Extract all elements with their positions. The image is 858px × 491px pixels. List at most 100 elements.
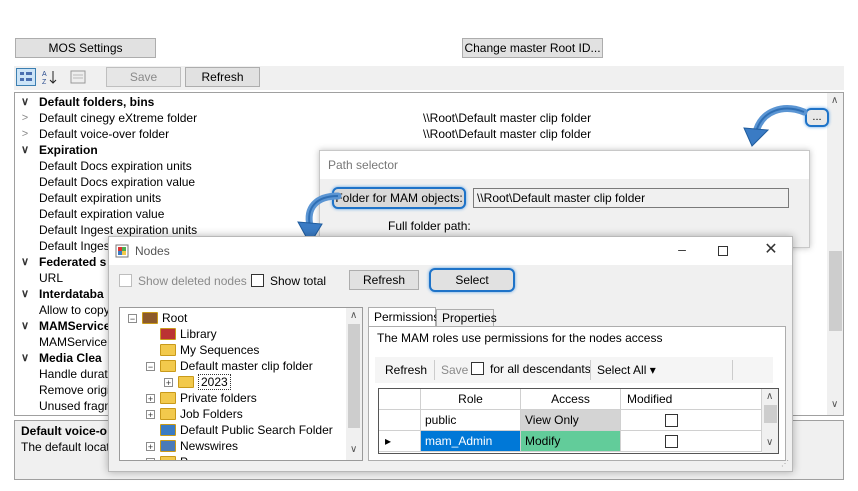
close-icon[interactable]: ✕ (761, 240, 781, 260)
grid-cell-role[interactable]: mam_Admin (421, 431, 521, 452)
grid-cell-modified (621, 431, 762, 452)
collapse-chevron-icon[interactable]: ∨ (19, 254, 31, 270)
show-deleted-checkbox[interactable] (119, 274, 132, 287)
permissions-grid[interactable]: Role Access Modified public View Only ▸ mam… (378, 388, 779, 454)
grid-cell-access[interactable]: Modify (521, 431, 621, 452)
tree-expand-icon[interactable]: + (146, 410, 155, 420)
for-all-descendants-checkbox[interactable] (471, 362, 484, 375)
permissions-refresh-button[interactable]: Refresh (385, 363, 427, 377)
property-label: Default folders, bins (39, 95, 155, 109)
folder-icon (160, 455, 176, 460)
grid-header-role[interactable]: Role (421, 389, 521, 410)
grid-cell-role[interactable]: public (421, 410, 521, 431)
permissions-panel: The MAM roles use permissions for the no… (368, 326, 786, 461)
tree-node[interactable]: My Sequences (160, 342, 259, 358)
select-all-dropdown[interactable]: Select All ▾ (597, 363, 656, 377)
modified-checkbox[interactable] (665, 435, 678, 448)
tree-node[interactable]: Root (142, 310, 187, 326)
nodes-window: Nodes – ✕ Show deleted nodes Show total … (108, 236, 793, 472)
grid-scroll-up-icon[interactable]: ∧ (766, 391, 773, 402)
tree-node[interactable]: Library (160, 326, 217, 342)
tree-node-label: Job Folders (180, 407, 243, 421)
grid-header-modified[interactable]: Modified (621, 389, 762, 410)
tree-scrollbar[interactable]: ∧ ∨ (346, 308, 362, 460)
grid-scroll-down-icon[interactable]: ∨ (766, 437, 773, 448)
tab-permissions[interactable]: Permissions (368, 307, 439, 327)
property-label: Handle duratio (39, 367, 118, 381)
change-master-root-button[interactable]: Change master Root ID... (462, 38, 603, 58)
tree-collapse-icon[interactable]: − (128, 314, 137, 324)
property-row[interactable]: > Default voice-over folder \\Root\Default… (15, 126, 827, 142)
tree-node[interactable]: 2023 (178, 374, 231, 390)
tree-expand-icon[interactable]: + (164, 378, 173, 388)
tree-node-label: My Sequences (180, 343, 260, 357)
property-pages-button[interactable] (68, 68, 88, 86)
nodes-app-icon (115, 244, 129, 258)
permissions-save-button[interactable]: Save (441, 363, 468, 377)
folder-for-mam-objects-button[interactable]: Folder for MAM objects: (332, 187, 466, 209)
property-label: Interdataba (39, 287, 104, 301)
property-label: Default Docs expiration units (39, 159, 192, 173)
node-tree[interactable]: − Root Library My Sequences − Default master … (119, 307, 363, 461)
expand-chevron-icon[interactable]: > (19, 126, 31, 142)
property-label: Remove origin (39, 383, 117, 397)
minimize-icon[interactable]: – (672, 241, 692, 259)
mos-settings-button[interactable]: MOS Settings (15, 38, 156, 58)
save-button[interactable]: Save (106, 67, 181, 87)
folder-path-field[interactable]: \\Root\Default master clip folder (473, 188, 789, 208)
property-row[interactable]: > Default cinegy eXtreme folder \\Root\Def… (15, 110, 827, 126)
tree-collapse-icon[interactable]: − (146, 362, 155, 372)
grid-cell-access[interactable]: View Only (521, 410, 621, 431)
collapse-chevron-icon[interactable]: ∨ (19, 318, 31, 334)
row-header[interactable] (379, 410, 421, 431)
nodes-refresh-button[interactable]: Refresh (349, 270, 419, 290)
tree-node[interactable]: Job Folders (160, 406, 243, 422)
alphabetical-sort-button[interactable]: A Z (40, 68, 60, 86)
folder-icon (160, 407, 176, 420)
property-grid-scrollbar[interactable]: ∧ ∨ (827, 93, 843, 415)
maximize-icon[interactable] (718, 246, 728, 256)
select-button[interactable]: Select (429, 268, 515, 292)
scroll-up-icon[interactable]: ∧ (831, 95, 838, 106)
grid-scrollbar[interactable]: ∧ ∨ (762, 389, 778, 453)
collapse-chevron-icon[interactable]: ∨ (19, 142, 31, 158)
refresh-button[interactable]: Refresh (185, 67, 260, 87)
tree-node-label: Root (162, 311, 188, 325)
categorized-sort-button[interactable] (16, 68, 36, 86)
tree-expand-icon[interactable]: + (146, 458, 155, 460)
tree-scroll-up-icon[interactable]: ∧ (350, 310, 357, 321)
tree-node[interactable]: Default Public Search Folder (160, 422, 333, 438)
tree-node[interactable]: Default master clip folder (160, 358, 313, 374)
tree-node-label: Default Public Search Folder (180, 423, 333, 437)
newswires-icon (160, 439, 176, 452)
collapse-chevron-icon[interactable]: ∨ (19, 94, 31, 110)
show-total-checkbox[interactable] (251, 274, 264, 287)
resize-grip-icon[interactable]: ⋰ (781, 459, 791, 469)
grid-scrollbar-thumb[interactable] (764, 405, 777, 423)
grid-header-access[interactable]: Access (521, 389, 621, 410)
tree-expand-icon[interactable]: + (146, 442, 155, 452)
tree-scroll-down-icon[interactable]: ∨ (350, 444, 357, 455)
tree-node[interactable]: P (160, 454, 188, 460)
row-header[interactable]: ▸ (379, 431, 421, 452)
collapse-chevron-icon[interactable]: ∨ (19, 350, 31, 366)
scroll-down-icon[interactable]: ∨ (831, 399, 838, 410)
ellipsis-button[interactable]: ... (805, 108, 829, 127)
scrollbar-thumb[interactable] (829, 251, 842, 331)
categorized-icon (20, 72, 32, 81)
collapse-chevron-icon[interactable]: ∨ (19, 286, 31, 302)
expand-chevron-icon[interactable]: > (19, 110, 31, 126)
property-value[interactable]: \\Root\Default master clip folder (423, 110, 591, 126)
tree-node-label: P (180, 455, 188, 460)
property-value[interactable]: \\Root\Default master clip folder (423, 126, 591, 142)
tab-properties[interactable]: Properties (436, 309, 497, 327)
tree-node[interactable]: Newswires (160, 438, 238, 454)
tree-expand-icon[interactable]: + (146, 394, 155, 404)
folder-icon (160, 359, 176, 372)
tree-node[interactable]: Private folders (160, 390, 257, 406)
modified-checkbox[interactable] (665, 414, 678, 427)
path-selector-window: Path selector Folder for MAM objects: \\… (319, 150, 810, 248)
property-category[interactable]: ∨ Default folders, bins (15, 94, 827, 110)
tree-scrollbar-thumb[interactable] (348, 324, 360, 428)
svg-text:A: A (42, 71, 47, 78)
